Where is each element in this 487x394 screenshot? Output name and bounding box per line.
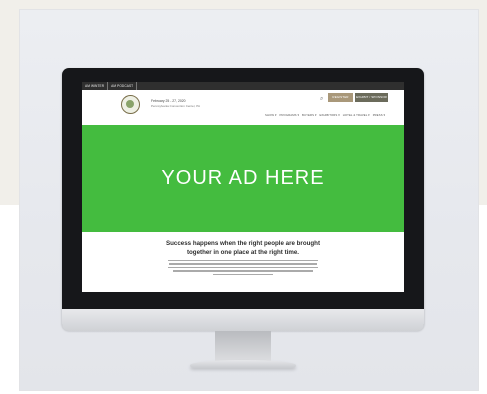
event-dates: February 25 - 27, 2020 xyxy=(151,99,186,103)
section-headline: Success happens when the right people ar… xyxy=(165,240,321,256)
topbar-link-am-winter[interactable]: AM WINTER xyxy=(82,82,109,90)
nav-item-buyers[interactable]: BUYERS ▾ xyxy=(302,113,316,117)
topbar-link-am-podcast[interactable]: AM PODCAST xyxy=(108,82,138,90)
nav-item-exhibitors[interactable]: EXHIBITORS ▾ xyxy=(319,113,339,117)
exhibit-sponsor-button[interactable]: EXHIBIT / SPONSOR xyxy=(355,93,388,102)
hero-ad-text: YOUR AD HERE xyxy=(161,167,325,189)
monitor-screen: AM WINTER AM PODCAST February 25 - 27, 2… xyxy=(82,82,404,292)
register-button[interactable]: REGISTER xyxy=(328,93,353,102)
hero-banner: YOUR AD HERE xyxy=(82,125,404,232)
brand-logo[interactable] xyxy=(121,95,140,114)
event-venue: Pennsylvania Convention Center, PA xyxy=(151,104,200,108)
nav-item-programs[interactable]: PROGRAMS ▾ xyxy=(279,113,299,117)
nav-item-show[interactable]: SHOW ▾ xyxy=(265,113,276,117)
site-topbar: AM WINTER AM PODCAST xyxy=(82,82,404,90)
site-header: February 25 - 27, 2020 Pennsylvania Conv… xyxy=(82,90,404,125)
main-nav: SHOW ▾ PROGRAMS ▾ BUYERS ▾ EXHIBITORS ▾ … xyxy=(265,113,385,117)
monitor-chin xyxy=(62,309,424,331)
section-body-text xyxy=(168,260,318,277)
monitor-stand-base xyxy=(190,360,296,368)
search-icon[interactable]: ⌕ xyxy=(320,96,323,102)
monitor-stand-neck xyxy=(215,331,271,361)
nav-item-press[interactable]: PRESS ▾ xyxy=(373,113,385,117)
nav-item-hotel-travel[interactable]: HOTEL & TRAVEL ▾ xyxy=(343,113,370,117)
